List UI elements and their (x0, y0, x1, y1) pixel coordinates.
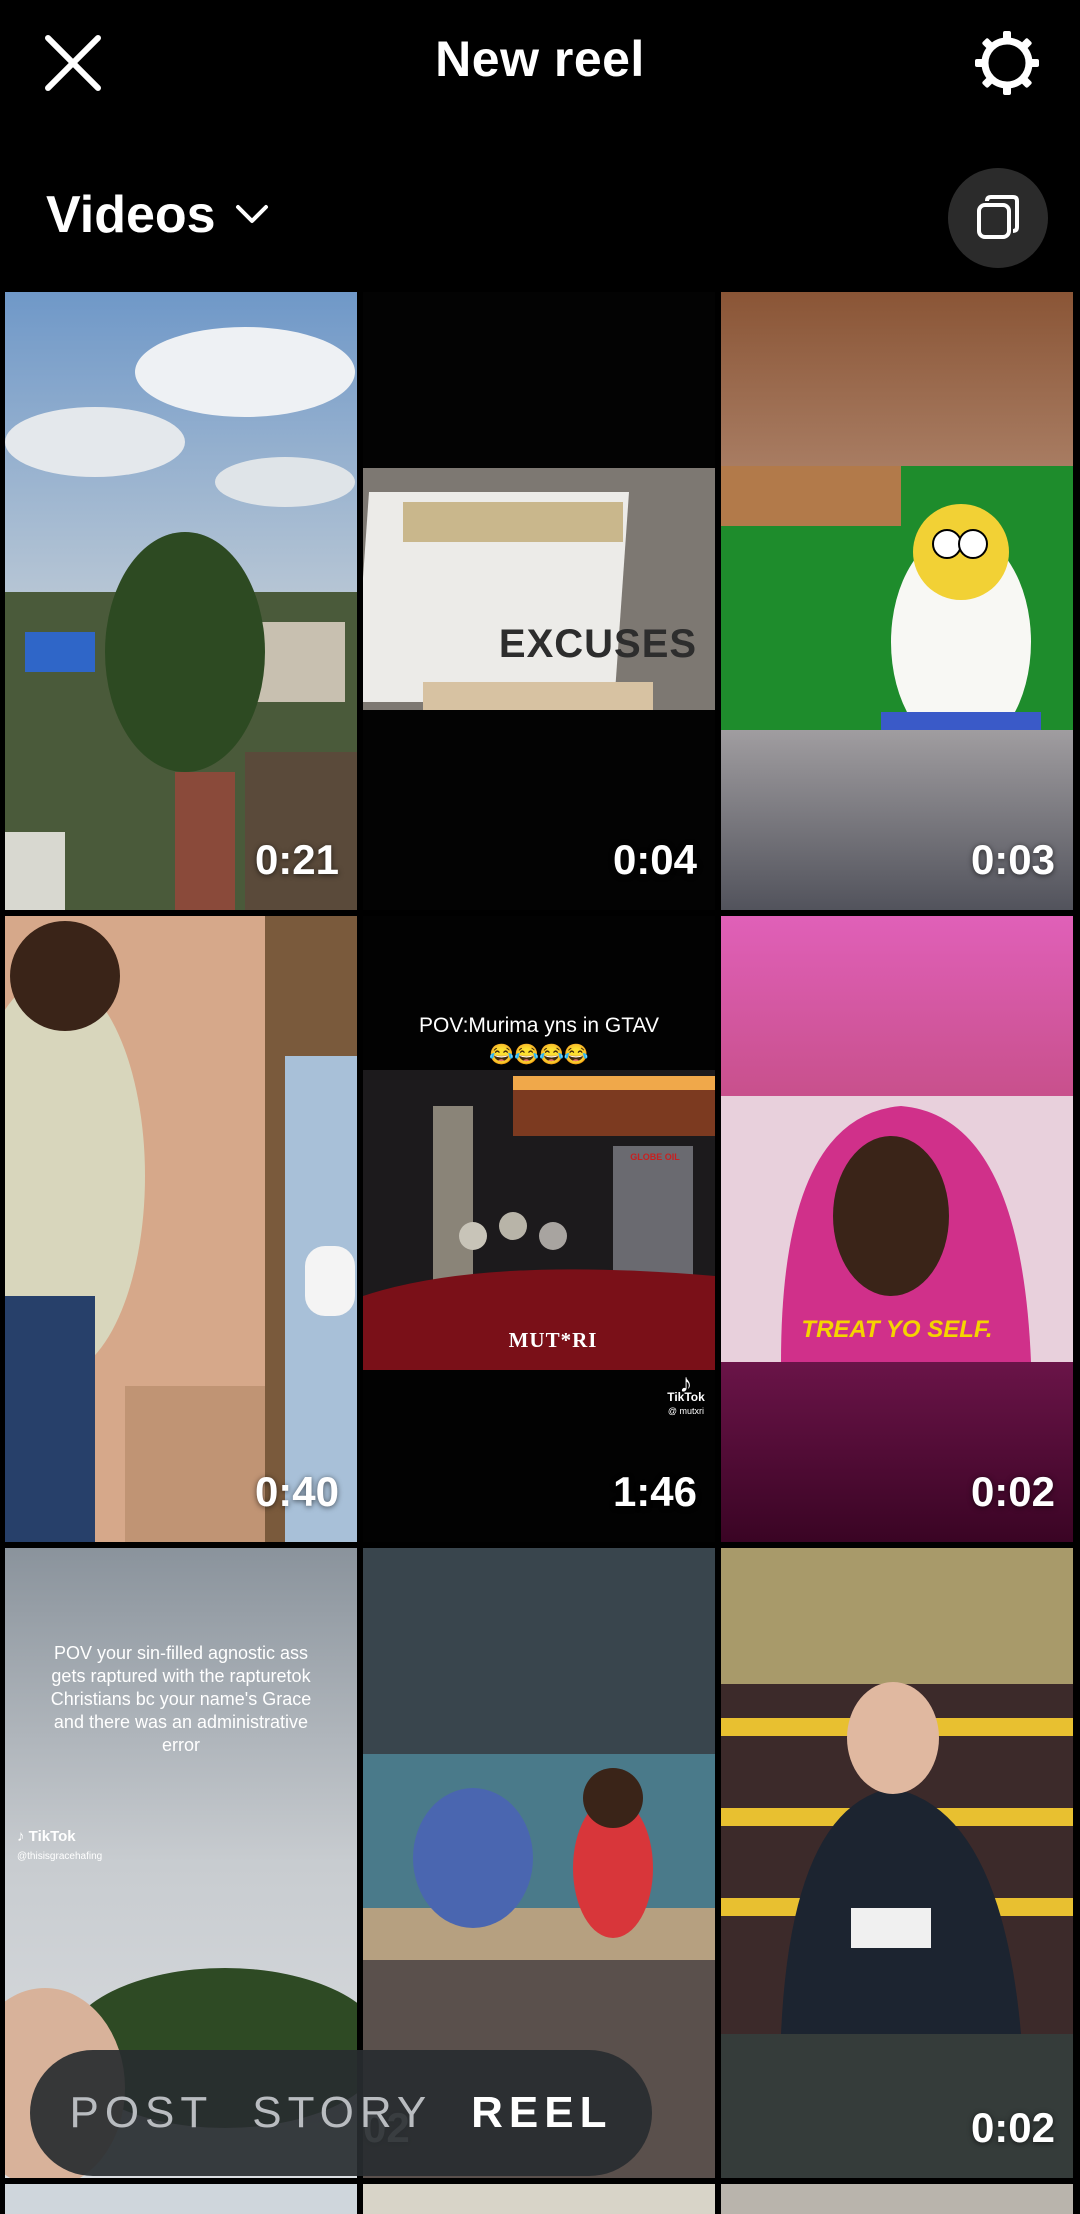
tiktok-icon: ♪ (679, 1368, 693, 1398)
tiktok-watermark: ♪ TikTok @ mutxri (661, 1368, 711, 1418)
game-logo-text: MUT*RI (508, 1328, 598, 1352)
mode-post-tab[interactable]: POST (69, 2088, 213, 2138)
tiktok-watermark-label: TikTok (667, 1390, 705, 1404)
top-bar: New reel (0, 0, 1080, 130)
video-thumbnail[interactable]: TREAT YO SELF. 0:02 (721, 916, 1073, 1542)
multi-select-icon (977, 195, 1019, 239)
mode-story-tab[interactable]: STORY (252, 2088, 432, 2138)
video-overlay-emoji: 😂😂😂😂 (489, 1044, 589, 1066)
source-bar: Videos (0, 160, 1080, 280)
video-duration: 0:02 (970, 1468, 1055, 1515)
landscape-thumbnail-image (5, 292, 357, 910)
mode-reel-tab[interactable]: REEL (471, 2088, 612, 2138)
video-thumbnail[interactable]: 0:03 (721, 292, 1073, 910)
tiktok-watermark-label: TikTok (28, 1828, 76, 1845)
tiktok-watermark: ♪ TikTok @thisisgracehafing (17, 1828, 102, 1866)
video-duration: 0:03 (970, 836, 1055, 883)
page-title: New reel (435, 31, 645, 87)
file-drawer-thumbnail-image (363, 468, 715, 710)
video-thumbnail[interactable] (363, 2184, 715, 2214)
tiktok-watermark-handle: @ mutxri (667, 1406, 705, 1416)
source-label: Videos (46, 186, 216, 244)
video-duration: 0:40 (254, 1468, 339, 1515)
video-thumbnail[interactable]: 0:21 (5, 292, 357, 910)
man-thumbnail-image (721, 1548, 1073, 2178)
cartoon-thumbnail-image (721, 292, 1073, 910)
multi-select-button[interactable] (948, 168, 1048, 268)
game-thumbnail-image (363, 1070, 715, 1370)
mode-switcher: POST STORY REEL (30, 2050, 652, 2176)
hallway-thumbnail-image (5, 916, 357, 1542)
chevron-down-icon (235, 205, 268, 223)
video-duration: 0:02 (970, 2104, 1055, 2151)
video-duration: 1:46 (612, 1468, 697, 1515)
video-thumbnail[interactable] (5, 2184, 357, 2214)
gas-station-sign-text: GLOBE OIL (630, 1152, 680, 1162)
video-thumbnail[interactable]: 0:40 (5, 916, 357, 1542)
tiktok-icon: ♪ (17, 1828, 29, 1845)
video-overlay-text: TREAT YO SELF. (801, 1316, 993, 1343)
source-dropdown[interactable]: Videos (46, 180, 270, 250)
video-overlay-text: EXCUSES (498, 622, 698, 666)
video-thumbnail[interactable]: EXCUSES 0:04 (363, 292, 715, 910)
video-thumbnail[interactable] (721, 2184, 1073, 2214)
video-duration: 0:21 (254, 836, 339, 883)
video-thumbnail[interactable]: POV:Murima yns in GTAV 😂😂😂😂 GLOBE OIL MU… (363, 916, 715, 1542)
video-duration: 0:04 (612, 836, 697, 883)
settings-button[interactable] (972, 28, 1042, 98)
tiktok-watermark-handle: @thisisgracehafing (17, 1851, 103, 1862)
gear-icon (975, 31, 1039, 95)
woman-thumbnail-image (721, 916, 1073, 1542)
video-thumbnail[interactable]: 0:02 (721, 1548, 1073, 2178)
video-overlay-text: POV your sin-filled agnostic ass gets ra… (50, 1643, 312, 1755)
video-overlay-text: POV:Murima yns in GTAV (419, 1014, 659, 1037)
